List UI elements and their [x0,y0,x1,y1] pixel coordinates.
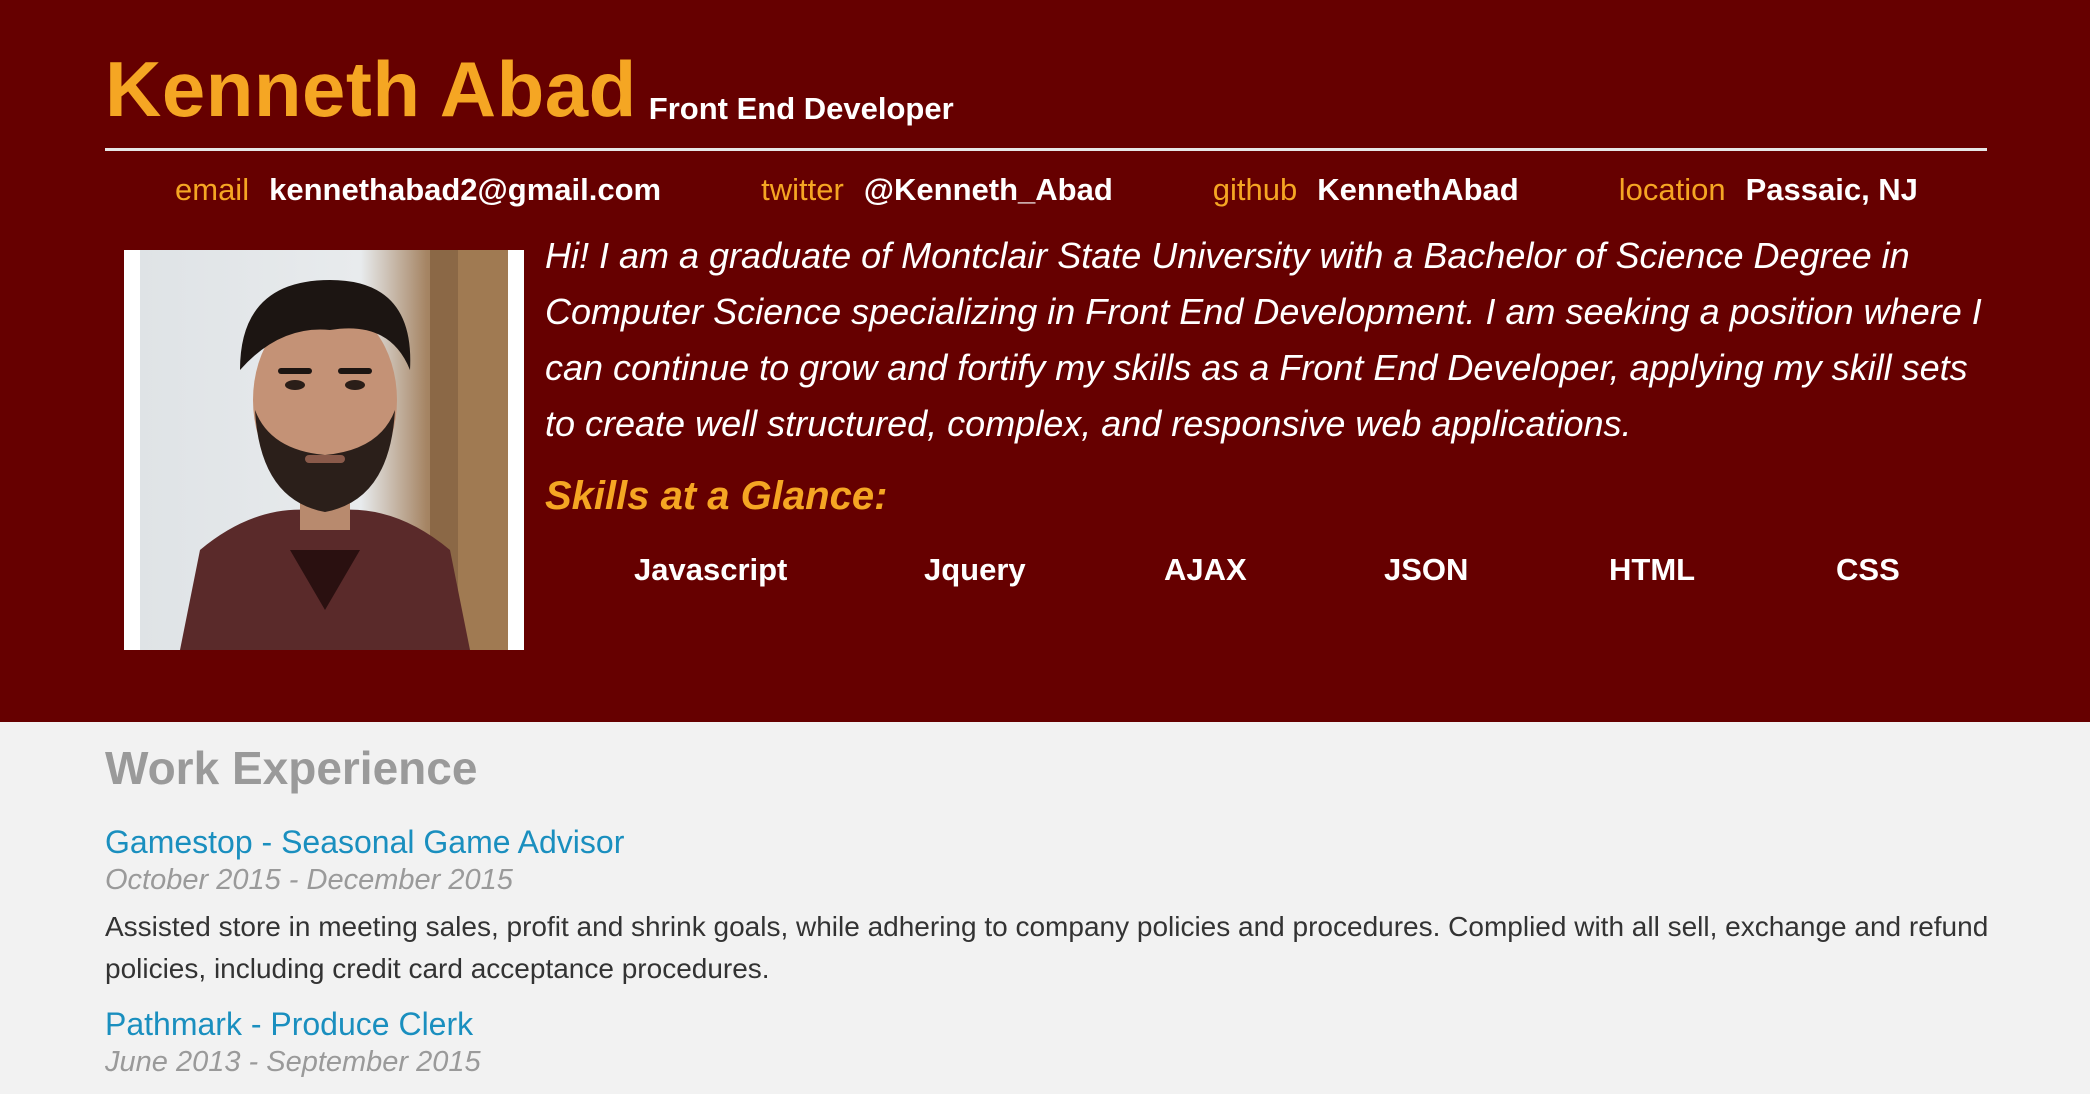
skill-javascript: Javascript [634,552,788,587]
contact-location-value: Passaic, NJ [1745,172,1918,207]
work-experience-section: Work Experience Gamestop - Seasonal Game… [105,740,1990,1094]
contact-email-value[interactable]: kennethabad2@gmail.com [269,172,661,208]
contact-row: email kennethabad2@gmail.com twitter @Ke… [175,168,1935,212]
person-role: Front End Developer [648,91,954,126]
contact-github-value[interactable]: KennethAbad [1317,172,1519,208]
contact-twitter-label: twitter [761,172,844,207]
skill-html: HTML [1609,552,1696,587]
hero-section: Kenneth Abad Front End Developer email k… [0,0,2090,722]
person-name: Kenneth Abad [105,45,637,133]
skills-list: Javascript Jquery AJAX JSON HTML CSS [600,552,1980,602]
contact-location-label: location [1618,172,1726,207]
job-dates: June 2013 - September 2015 [105,1046,481,1078]
skill-css: CSS [1836,552,1900,587]
job-title-link[interactable]: Pathmark - Produce Clerk [105,1004,473,1044]
profile-photo [140,250,508,650]
work-experience-heading: Work Experience [105,742,478,794]
contact-twitter: twitter @Kenneth_Abad [761,172,1113,208]
skill-ajax: AJAX [1164,552,1247,587]
title-row: Kenneth Abad Front End Developer [105,50,954,128]
contact-github-label: github [1212,172,1298,207]
job-entry: Gamestop - Seasonal Game Advisor October… [105,822,1990,990]
contact-email-label: email [175,172,250,207]
skill-json: JSON [1384,552,1469,587]
contact-twitter-value[interactable]: @Kenneth_Abad [864,172,1113,208]
job-dates: October 2015 - December 2015 [105,864,513,896]
job-entry: Pathmark - Produce Clerk June 2013 - Sep… [105,1004,1990,1080]
contact-location: location Passaic, NJ [1619,172,1918,208]
job-title-link[interactable]: Gamestop - Seasonal Game Advisor [105,822,624,862]
job-description: Assisted store in meeting sales, profit … [105,911,1989,984]
header-divider [105,148,1987,151]
contact-github: github KennethAbad [1213,172,1519,208]
profile-photo-frame [124,250,524,650]
bio-paragraph: Hi! I am a graduate of Montclair State U… [545,235,1982,444]
skill-jquery: Jquery [924,552,1026,587]
profile-photo-illustration [180,250,508,650]
contact-email: email kennethabad2@gmail.com [175,172,661,208]
skills-heading: Skills at a Glance: [545,474,888,518]
